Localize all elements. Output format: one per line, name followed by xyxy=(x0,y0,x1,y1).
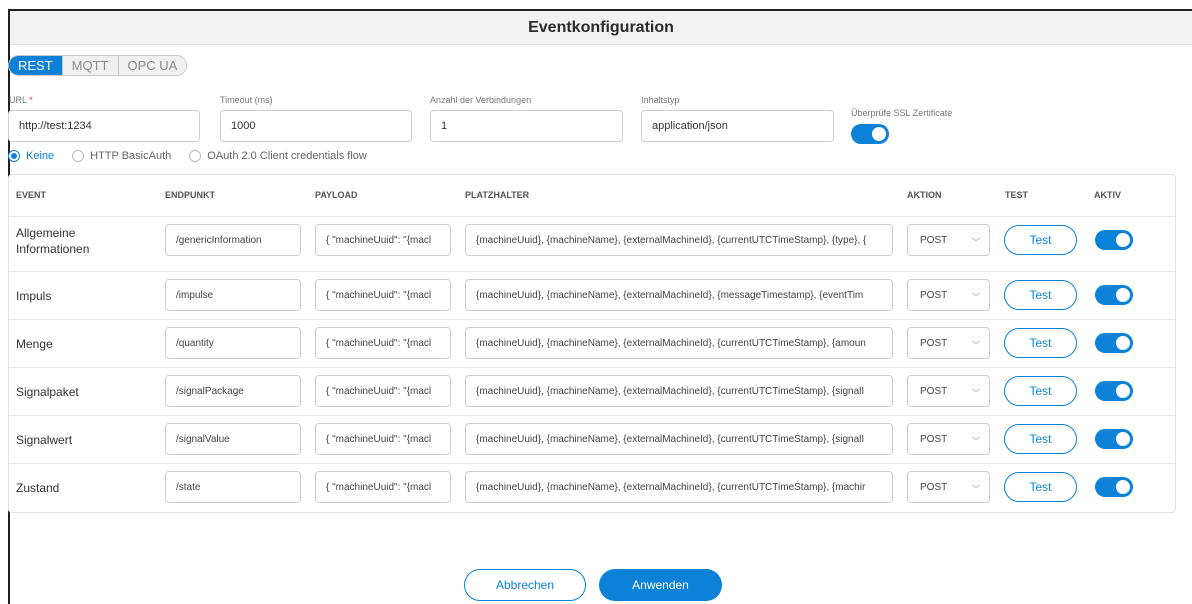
header-action: AKTION xyxy=(907,190,942,200)
connections-input[interactable]: 1 xyxy=(430,110,623,142)
endpoint-input[interactable]: /signalValue xyxy=(165,423,301,455)
event-name: Menge xyxy=(16,337,53,351)
active-toggle[interactable] xyxy=(1095,230,1133,250)
header-active: AKTIV xyxy=(1094,190,1121,200)
active-toggle[interactable] xyxy=(1095,381,1133,401)
chevron-down-icon: ﹀ xyxy=(971,437,981,448)
placeholder-input[interactable]: {machineUuid}, {machineName}, {externalM… xyxy=(465,279,893,311)
placeholder-input[interactable]: {machineUuid}, {machineName}, {externalM… xyxy=(465,471,893,503)
action-select[interactable]: POST ﹀ xyxy=(907,224,990,256)
header-test: TEST xyxy=(1005,190,1029,200)
payload-input[interactable]: { "machineUuid": "{macl xyxy=(315,423,451,455)
payload-input[interactable]: { "machineUuid": "{macl xyxy=(315,471,451,503)
header-placeholder: PLATZHALTER xyxy=(465,190,530,200)
placeholder-input[interactable]: {machineUuid}, {machineName}, {externalM… xyxy=(465,224,893,256)
table-row: Impuls /impulse { "machineUuid": "{macl … xyxy=(9,271,1175,319)
payload-input[interactable]: { "machineUuid": "{macl xyxy=(315,279,451,311)
payload-input[interactable]: { "machineUuid": "{macl xyxy=(315,327,451,359)
table-row: Allgemeine Informationen /genericInforma… xyxy=(9,216,1175,264)
table-row: Signalwert /signalValue { "machineUuid":… xyxy=(9,415,1175,463)
url-input[interactable]: http://test:1234 xyxy=(8,110,200,142)
content-type-label: Inhaltstyp xyxy=(641,95,680,105)
auth-basic-option[interactable]: HTTP BasicAuth xyxy=(72,150,171,162)
test-button[interactable]: Test xyxy=(1004,225,1077,255)
protocol-selector: REST MQTT OPC UA xyxy=(8,55,188,76)
protocol-opcua-button[interactable]: OPC UA xyxy=(118,56,187,75)
endpoint-input[interactable]: /quantity xyxy=(165,327,301,359)
ssl-toggle[interactable] xyxy=(851,124,889,144)
connections-label: Anzahl der Verbindungen xyxy=(430,95,532,105)
endpoint-input[interactable]: /signalPackage xyxy=(165,375,301,407)
dialog-title: Eventkonfiguration xyxy=(528,18,674,36)
dialog-title-bar: Eventkonfiguration xyxy=(10,11,1192,45)
protocol-rest-button[interactable]: REST xyxy=(9,56,63,75)
content-type-input[interactable]: application/json xyxy=(641,110,834,142)
payload-input[interactable]: { "machineUuid": "{macl xyxy=(315,224,451,256)
required-mark: * xyxy=(29,95,33,105)
placeholder-input[interactable]: {machineUuid}, {machineName}, {externalM… xyxy=(465,375,893,407)
event-name: Impuls xyxy=(16,289,52,303)
payload-input[interactable]: { "machineUuid": "{macl xyxy=(315,375,451,407)
placeholder-input[interactable]: {machineUuid}, {machineName}, {externalM… xyxy=(465,423,893,455)
action-select[interactable]: POST ﹀ xyxy=(907,327,990,359)
table-row: Signalpaket /signalPackage { "machineUui… xyxy=(9,367,1175,415)
action-select[interactable]: POST ﹀ xyxy=(907,375,990,407)
auth-options: Keine HTTP BasicAuth OAuth 2.0 Client cr… xyxy=(8,150,385,162)
event-name: Zustand xyxy=(16,481,60,495)
event-name: Allgemeine Informationen xyxy=(16,226,90,256)
action-select[interactable]: POST ﹀ xyxy=(907,471,990,503)
header-payload: PAYLOAD xyxy=(315,190,358,200)
chevron-down-icon: ﹀ xyxy=(971,389,981,400)
protocol-mqtt-button[interactable]: MQTT xyxy=(62,56,119,75)
test-button[interactable]: Test xyxy=(1004,472,1077,502)
table-row: Zustand /state { "machineUuid": "{macl {… xyxy=(9,463,1175,511)
active-toggle[interactable] xyxy=(1095,285,1133,305)
chevron-down-icon: ﹀ xyxy=(971,238,981,249)
radio-icon xyxy=(189,150,202,162)
action-select[interactable]: POST ﹀ xyxy=(907,423,990,455)
placeholder-input[interactable]: {machineUuid}, {machineName}, {externalM… xyxy=(465,327,893,359)
radio-checked-icon xyxy=(8,150,20,162)
chevron-down-icon: ﹀ xyxy=(971,485,981,496)
active-toggle[interactable] xyxy=(1095,429,1133,449)
test-button[interactable]: Test xyxy=(1004,280,1077,310)
auth-none-option[interactable]: Keine xyxy=(8,150,54,162)
apply-button[interactable]: Anwenden xyxy=(599,569,722,601)
cancel-button[interactable]: Abbrechen xyxy=(464,569,586,601)
event-name: Signalpaket xyxy=(16,385,79,399)
auth-oauth-option[interactable]: OAuth 2.0 Client credentials flow xyxy=(189,150,367,162)
endpoint-input[interactable]: /impulse xyxy=(165,279,301,311)
active-toggle[interactable] xyxy=(1095,477,1133,497)
url-label: URL * xyxy=(9,95,33,105)
active-toggle[interactable] xyxy=(1095,333,1133,353)
timeout-label: Timeout (ms) xyxy=(220,95,273,105)
test-button[interactable]: Test xyxy=(1004,424,1077,454)
chevron-down-icon: ﹀ xyxy=(971,293,981,304)
table-row: Menge /quantity { "machineUuid": "{macl … xyxy=(9,319,1175,367)
endpoint-input[interactable]: /state xyxy=(165,471,301,503)
ssl-label: Überprüfe SSL Zertificate xyxy=(851,108,953,118)
radio-icon xyxy=(72,150,85,162)
header-endpoint: ENDPUNKT xyxy=(165,190,216,200)
test-button[interactable]: Test xyxy=(1004,376,1077,406)
endpoint-input[interactable]: /genericInformation xyxy=(165,224,301,256)
header-event: EVENT xyxy=(16,190,47,200)
event-name: Signalwert xyxy=(16,433,73,447)
timeout-input[interactable]: 1000 xyxy=(220,110,412,142)
test-button[interactable]: Test xyxy=(1004,328,1077,358)
events-table: EVENT ENDPUNKT PAYLOAD PLATZHALTER AKTIO… xyxy=(8,174,1176,513)
action-select[interactable]: POST ﹀ xyxy=(907,279,990,311)
chevron-down-icon: ﹀ xyxy=(971,341,981,352)
